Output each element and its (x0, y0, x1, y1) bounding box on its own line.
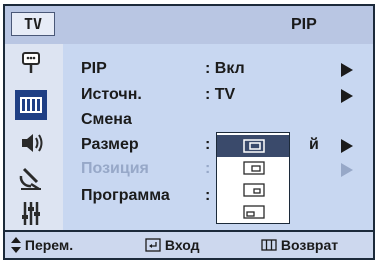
size-option-medium[interactable] (217, 157, 289, 179)
equalizer-icon[interactable] (15, 198, 47, 228)
size-double-icon (243, 205, 265, 219)
size-small-icon (243, 183, 265, 197)
menu-row-value: : Вкл (205, 60, 245, 77)
size-option-double[interactable] (217, 201, 289, 223)
size-popup (216, 132, 290, 224)
menu-row-label: Позиция (81, 160, 149, 177)
footer-bar: Перем. Вход Возврат (5, 230, 373, 258)
menu-row-label: Программа (81, 187, 170, 204)
menu-row-value: : (205, 187, 211, 204)
footer-return-label: Возврат (280, 237, 339, 253)
tv-tag: TV (11, 12, 55, 36)
footer-enter: Вход (145, 237, 200, 253)
page-title: PIP (291, 16, 317, 33)
antenna-icon[interactable] (15, 162, 47, 192)
menu-row-value: : (205, 160, 211, 177)
menu-row-label: PIP (81, 60, 107, 77)
enter-icon (145, 238, 161, 252)
footer-move-label: Перем. (24, 237, 74, 253)
menu-row-label: Смена (81, 111, 132, 128)
arrow-right-icon (341, 63, 353, 77)
size-option-large[interactable] (217, 135, 289, 157)
menu-row-label: Размер (81, 136, 139, 153)
arrow-right-icon (341, 163, 353, 177)
size-medium-icon (243, 161, 265, 175)
footer-return: Возврат (261, 237, 338, 253)
arrow-right-icon (341, 89, 353, 103)
footer-enter-label: Вход (164, 237, 200, 253)
menu-row-value: : TV (205, 86, 236, 103)
size-large-icon (243, 139, 265, 153)
menu-row-value-tail: й (309, 136, 319, 153)
menu-row-label: Источн. (81, 86, 142, 103)
size-option-small[interactable] (217, 179, 289, 201)
footer-move: Перем. (11, 237, 73, 253)
menu-icon[interactable] (15, 90, 47, 120)
setup-icon[interactable] (15, 48, 47, 78)
up-down-arrow-icon (11, 237, 21, 253)
menu-row-value: : (205, 136, 211, 153)
osd-window: TV PIP PIP: Вкл Источн.: TV Смена Разм… (3, 4, 375, 260)
menu-icon (261, 239, 277, 251)
sidebar (5, 44, 63, 230)
title-bar: TV PIP (5, 6, 373, 44)
speaker-icon[interactable] (15, 128, 47, 158)
arrow-right-icon (341, 139, 353, 153)
